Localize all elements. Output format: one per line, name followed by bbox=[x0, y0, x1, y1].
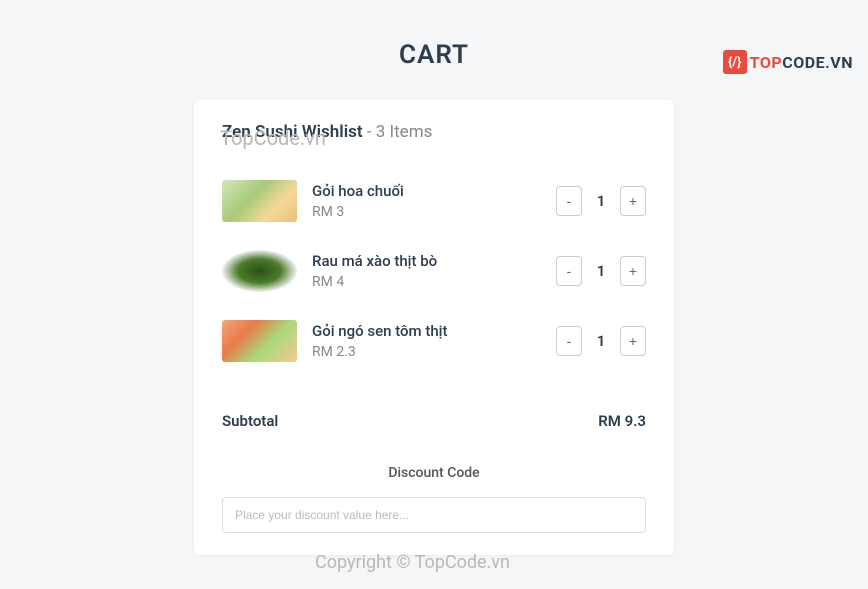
logo-icon: {/} bbox=[723, 50, 747, 74]
cart-card: Zen Sushi Wishlist - 3 Items Gỏi hoa chu… bbox=[194, 100, 674, 555]
increase-button[interactable]: + bbox=[620, 326, 646, 356]
subtotal-row: Subtotal RM 9.3 bbox=[222, 412, 646, 430]
decrease-button[interactable]: - bbox=[556, 186, 582, 216]
discount-input[interactable] bbox=[222, 497, 646, 533]
item-info: Rau má xào thịt bò RM 4 bbox=[312, 252, 556, 290]
item-price: RM 3 bbox=[312, 204, 556, 220]
cart-count: - 3 Items bbox=[363, 122, 433, 142]
logo-text-code: CODE.VN bbox=[782, 53, 853, 72]
item-image bbox=[222, 180, 297, 222]
discount-section: Discount Code bbox=[222, 465, 646, 533]
subtotal-label: Subtotal bbox=[222, 412, 278, 430]
item-name: Gỏi ngó sen tôm thịt bbox=[312, 322, 556, 340]
item-info: Gỏi ngó sen tôm thịt RM 2.3 bbox=[312, 322, 556, 360]
item-price: RM 2.3 bbox=[312, 344, 556, 360]
cart-header: Zen Sushi Wishlist - 3 Items bbox=[222, 122, 646, 142]
cart-title: Zen Sushi Wishlist bbox=[222, 122, 363, 142]
item-name: Rau má xào thịt bò bbox=[312, 252, 556, 270]
watermark-bottom: Copyright © TopCode.vn bbox=[315, 552, 510, 573]
logo-text-top: TOP bbox=[750, 53, 783, 72]
increase-button[interactable]: + bbox=[620, 186, 646, 216]
item-name: Gỏi hoa chuối bbox=[312, 182, 556, 200]
item-info: Gỏi hoa chuối RM 3 bbox=[312, 182, 556, 220]
item-price: RM 4 bbox=[312, 274, 556, 290]
item-image bbox=[222, 250, 297, 292]
cart-item: Gỏi hoa chuối RM 3 - 1 + bbox=[222, 180, 646, 222]
qty-value: 1 bbox=[596, 262, 606, 280]
qty-controls: - 1 + bbox=[556, 186, 646, 216]
decrease-button[interactable]: - bbox=[556, 326, 582, 356]
discount-title: Discount Code bbox=[222, 465, 646, 481]
increase-button[interactable]: + bbox=[620, 256, 646, 286]
qty-value: 1 bbox=[596, 332, 606, 350]
cart-item: Rau má xào thịt bò RM 4 - 1 + bbox=[222, 250, 646, 292]
logo-text: TOPCODE.VN bbox=[750, 53, 853, 72]
qty-controls: - 1 + bbox=[556, 256, 646, 286]
qty-value: 1 bbox=[596, 192, 606, 210]
item-image bbox=[222, 320, 297, 362]
decrease-button[interactable]: - bbox=[556, 256, 582, 286]
cart-item: Gỏi ngó sen tôm thịt RM 2.3 - 1 + bbox=[222, 320, 646, 362]
subtotal-value: RM 9.3 bbox=[598, 412, 646, 430]
site-logo: {/} TOPCODE.VN bbox=[723, 50, 853, 74]
qty-controls: - 1 + bbox=[556, 326, 646, 356]
